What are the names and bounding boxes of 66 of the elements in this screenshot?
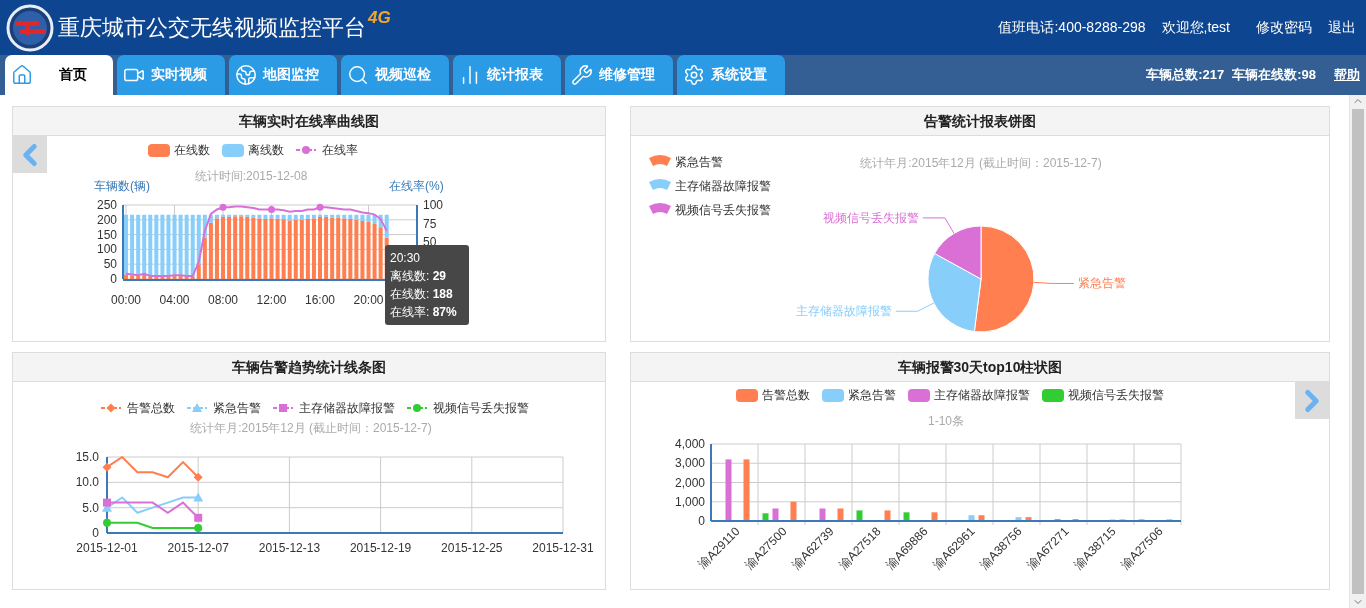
axis-label: 2015-12-19 bbox=[349, 541, 412, 555]
legend-label: 告警总数 bbox=[762, 388, 810, 402]
axis-label: 4,000 bbox=[674, 437, 705, 451]
chart-subtitle: 1-10条 bbox=[928, 414, 964, 428]
axis-label: 2015-12-31 bbox=[532, 541, 594, 555]
axis-label: 2,000 bbox=[674, 475, 705, 490]
axis-title: 车辆数(辆) bbox=[94, 179, 150, 193]
tooltip-text: 在线数: 188 bbox=[390, 286, 454, 303]
axis-label: 12:00 bbox=[256, 293, 287, 307]
welcome-text: 欢迎您,test bbox=[1161, 18, 1230, 37]
legend-label: 在线率 bbox=[322, 143, 358, 157]
slice-label: 主存储器故障报警 bbox=[795, 304, 892, 319]
tooltip-text: 离线数: 29 bbox=[390, 268, 448, 285]
panel-title: 车辆报警30天top10柱状图 bbox=[631, 353, 1329, 382]
axis-label: 2015-12-25 bbox=[441, 541, 503, 555]
hotline-text: 值班电话:400-8288-298 bbox=[998, 18, 1146, 37]
legend-label: 视频信号丢失报警 bbox=[1068, 388, 1164, 402]
axis-label: 75 bbox=[423, 216, 437, 231]
stat-text: 车辆在线数:98 bbox=[1232, 66, 1316, 84]
legend-label: 视频信号丢失报警 bbox=[433, 401, 529, 415]
axis-label: 200 bbox=[96, 212, 117, 227]
stat-text: 车辆总数:217 bbox=[1146, 66, 1225, 84]
legend-label: 主存储器故障报警 bbox=[934, 388, 1030, 402]
axis-label: 0 bbox=[698, 514, 705, 528]
legend-label: 在线数 bbox=[174, 143, 210, 157]
panel-title: 车辆告警趋势统计线条图 bbox=[13, 353, 605, 382]
panel-title: 车辆实时在线率曲线图 bbox=[13, 107, 605, 136]
axis-label: 16:00 bbox=[305, 293, 336, 307]
slice-label: 视频信号丢失报警 bbox=[822, 210, 919, 225]
axis-label: 100 bbox=[96, 242, 117, 257]
slice-label: 紧急告警 bbox=[1077, 276, 1126, 291]
tooltip-text: 20:30 bbox=[390, 250, 422, 267]
legend-label: 紧急告警 bbox=[213, 401, 261, 415]
axis-label: 10.0 bbox=[75, 475, 99, 490]
axis-label: 100 bbox=[423, 198, 444, 212]
legend-label: 告警总数 bbox=[127, 401, 175, 415]
axis-label: 2015-12-07 bbox=[167, 541, 229, 555]
panel-title: 告警统计报表饼图 bbox=[631, 107, 1329, 136]
axis-label: 00:00 bbox=[111, 293, 142, 307]
legend-label: 离线数 bbox=[248, 143, 284, 157]
axis-label: 150 bbox=[96, 227, 117, 242]
axis-label: 250 bbox=[96, 198, 117, 212]
axis-title: 在线率(%) bbox=[389, 179, 444, 193]
legend-label: 紧急告警 bbox=[675, 155, 723, 169]
axis-label: 04:00 bbox=[159, 293, 190, 307]
tooltip-text: 在线率: 87% bbox=[390, 304, 458, 321]
axis-label: 2015-12-01 bbox=[76, 541, 138, 555]
axis-label: 5.0 bbox=[82, 500, 99, 515]
axis-label: 20:00 bbox=[353, 293, 384, 307]
axis-label: 3,000 bbox=[674, 456, 705, 471]
app-title: 重庆城市公交无线视频监控平台 bbox=[58, 13, 366, 42]
chart-subtitle: 统计年月:2015年12月 (截止时间：2015-12-7) bbox=[860, 156, 1102, 170]
legend-label: 紧急告警 bbox=[848, 388, 896, 402]
legend-label: 主存储器故障报警 bbox=[675, 179, 771, 193]
axis-label: 2015-12-13 bbox=[258, 541, 321, 555]
legend-label: 主存储器故障报警 bbox=[299, 401, 395, 415]
legend-label: 视频信号丢失报警 bbox=[675, 203, 771, 217]
axis-label: 08:00 bbox=[208, 293, 239, 307]
chart-subtitle-text: 统计时间:2015-12-08 bbox=[193, 168, 313, 184]
axis-label: 15.0 bbox=[75, 450, 99, 464]
axis-label: 0 bbox=[92, 526, 99, 540]
logo-text: 4G bbox=[368, 8, 391, 28]
axis-label: 0 bbox=[110, 272, 117, 286]
chart-subtitle: 统计年月:2015年12月 (截止时间：2015-12-7) bbox=[190, 421, 432, 435]
axis-label: 50 bbox=[103, 257, 117, 272]
axis-label: 1,000 bbox=[674, 494, 705, 509]
